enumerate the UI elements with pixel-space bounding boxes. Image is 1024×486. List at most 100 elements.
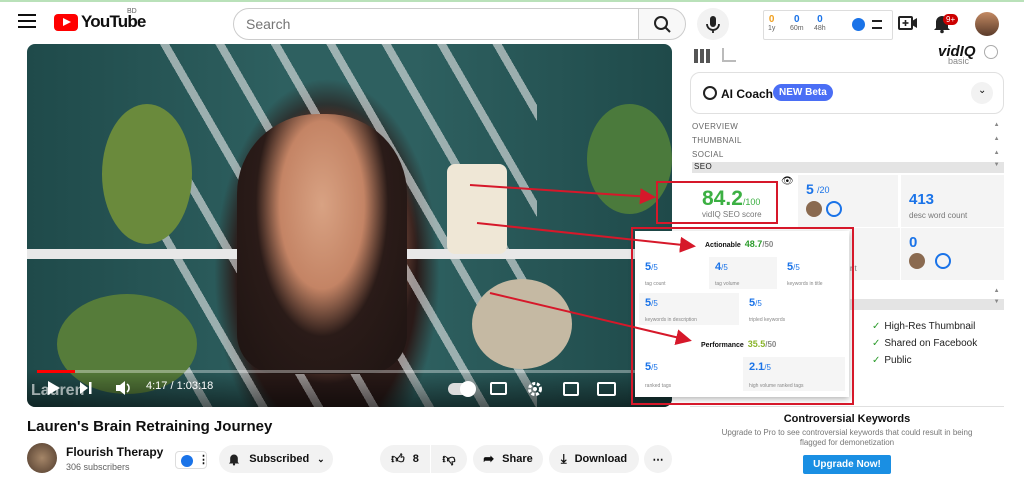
share-arrow-icon: ➦ xyxy=(483,451,495,466)
progress-bar[interactable] xyxy=(37,370,662,373)
youtube-play-icon xyxy=(54,13,78,31)
section-overview[interactable]: OVERVIEW ▲ xyxy=(692,122,1004,131)
search-input[interactable] xyxy=(234,9,638,39)
more-dots-icon: ⋮ xyxy=(198,454,209,466)
like-button[interactable]: 👍︎ 8 xyxy=(380,445,430,473)
menu-icon[interactable] xyxy=(18,14,36,28)
card-zero-value: 0 xyxy=(909,234,918,251)
voice-search-button[interactable] xyxy=(697,8,729,40)
chat-icon xyxy=(703,86,717,100)
section-seo[interactable]: SEO ▼ xyxy=(692,162,1004,173)
download-icon: ⤓ xyxy=(560,451,567,466)
basket xyxy=(472,279,572,369)
thumbs-up-icon: 👍︎ xyxy=(391,451,405,466)
vidiq-channel-button[interactable]: ⋮ xyxy=(175,451,209,469)
share-label: Share xyxy=(502,453,533,465)
progress-played xyxy=(37,370,75,373)
upgrade-now-button[interactable]: Upgrade Now! xyxy=(803,455,891,474)
play-icon[interactable] xyxy=(47,380,61,396)
stat-60m: 0 60m xyxy=(790,14,804,32)
word-count-card: 413 desc word count xyxy=(901,175,1004,227)
tags-card-value: 5 xyxy=(806,181,814,197)
presenter xyxy=(237,114,407,374)
ai-coach-panel[interactable]: AI Coach NEW Beta ⌄ xyxy=(690,72,1004,114)
vidiq-eye-icon xyxy=(181,455,193,467)
channel-name[interactable]: Flourish Therapy xyxy=(66,445,163,459)
subscriber-count: 306 subscribers xyxy=(66,462,130,472)
vase xyxy=(447,164,507,254)
theater-mode-icon[interactable] xyxy=(597,382,616,396)
avatar-thumb xyxy=(806,201,822,217)
settings-gear-icon[interactable] xyxy=(527,381,543,397)
card-zero: 0 xyxy=(901,228,1004,280)
annotation-box-popup xyxy=(631,227,854,405)
tags-card: 5/20 xyxy=(798,175,898,227)
refresh-icon[interactable] xyxy=(826,201,842,217)
annotation-box-score xyxy=(656,181,778,224)
vidiq-grid-icon[interactable] xyxy=(694,49,710,63)
miniplayer-icon[interactable] xyxy=(563,382,579,396)
more-actions-button[interactable]: ⋯ xyxy=(644,445,672,473)
thumbs-down-icon: 👎︎ xyxy=(442,451,456,466)
video-player[interactable]: Lauren 4:17 / 1:03:18 xyxy=(27,44,672,407)
autoplay-toggle[interactable] xyxy=(448,381,476,397)
vidiq-plan: basic xyxy=(948,56,970,66)
subscribe-label: Subscribed xyxy=(249,453,310,465)
chevron-down-icon: ⌄ xyxy=(317,453,325,464)
dislike-button[interactable]: 👎︎ xyxy=(431,445,467,473)
new-beta-badge: NEW Beta xyxy=(773,84,833,101)
user-avatar[interactable] xyxy=(975,12,999,36)
youtube-logo[interactable]: YouTube BD xyxy=(54,8,146,32)
section-social[interactable]: SOCIAL ▲ xyxy=(692,150,1004,159)
controversial-description: Upgrade to Pro to see controversial keyw… xyxy=(721,428,973,447)
chevron-down-icon: ⌄ xyxy=(978,85,987,96)
vidiq-stats-widget[interactable]: 0 1y 0 60m 0 48h xyxy=(763,10,893,40)
mic-icon xyxy=(706,16,720,33)
check-public: ✓ Public xyxy=(872,355,912,366)
eye-icon[interactable]: 👁︎ xyxy=(781,176,794,187)
section-thumbnail[interactable]: THUMBNAIL ▲ xyxy=(692,136,1004,145)
tags-card-max: /20 xyxy=(817,185,830,195)
stat-1y: 0 1y xyxy=(768,14,776,32)
check-shared-facebook: ✓ Shared on Facebook xyxy=(872,338,978,349)
next-icon[interactable] xyxy=(79,381,93,395)
vidiq-chart-icon[interactable] xyxy=(722,48,736,62)
volume-icon[interactable] xyxy=(115,380,133,396)
vidiq-eye-icon[interactable] xyxy=(852,18,865,31)
notification-badge: 9+ xyxy=(943,14,959,25)
video-time: 4:17 / 1:03:18 xyxy=(146,380,214,392)
section-collapsed-2[interactable]: ▲ xyxy=(850,288,1004,298)
controversial-title: Controversial Keywords xyxy=(783,413,911,425)
share-button[interactable]: ➦ Share xyxy=(473,445,543,473)
like-count: 8 xyxy=(412,453,419,465)
logo-text: YouTube xyxy=(81,12,146,31)
bell-icon xyxy=(229,454,240,466)
ai-coach-title: AI Coach xyxy=(721,87,774,101)
search-icon xyxy=(654,16,671,33)
create-video-icon[interactable] xyxy=(897,12,919,34)
search-button[interactable] xyxy=(638,8,686,40)
collapse-up-icon[interactable] xyxy=(984,45,998,59)
subtitles-icon[interactable] xyxy=(490,382,507,395)
channel-avatar[interactable] xyxy=(27,443,57,473)
plant-left xyxy=(102,104,192,244)
header: YouTube BD 01y 060m 048h 9+ xyxy=(0,2,1024,42)
download-label: Download xyxy=(574,453,628,465)
rank-icon[interactable] xyxy=(935,253,951,269)
section-collapsed[interactable]: ▼ xyxy=(850,299,1004,310)
video-title: Lauren's Brain Retraining Journey xyxy=(27,418,273,435)
avatar-thumb xyxy=(909,253,925,269)
stat-48h: 0 48h xyxy=(814,14,826,32)
check-hires-thumb: ✓ High-Res Thumbnail xyxy=(872,321,976,332)
word-count-label: desc word count xyxy=(909,211,968,220)
search-box[interactable] xyxy=(233,8,639,40)
more-horizontal-icon: ⋯ xyxy=(652,453,664,466)
ai-coach-expand-button[interactable]: ⌄ xyxy=(971,82,993,104)
country-code: BD xyxy=(127,8,137,15)
list-icon[interactable] xyxy=(872,20,882,29)
word-count-value: 413 xyxy=(909,191,935,208)
download-button[interactable]: ⤓ Download xyxy=(549,445,639,473)
controversial-keywords-panel: Controversial Keywords Upgrade to Pro to… xyxy=(690,406,1004,486)
subscribe-button[interactable]: Subscribed ⌄ xyxy=(219,445,333,473)
hidden-card: nt xyxy=(850,228,900,280)
